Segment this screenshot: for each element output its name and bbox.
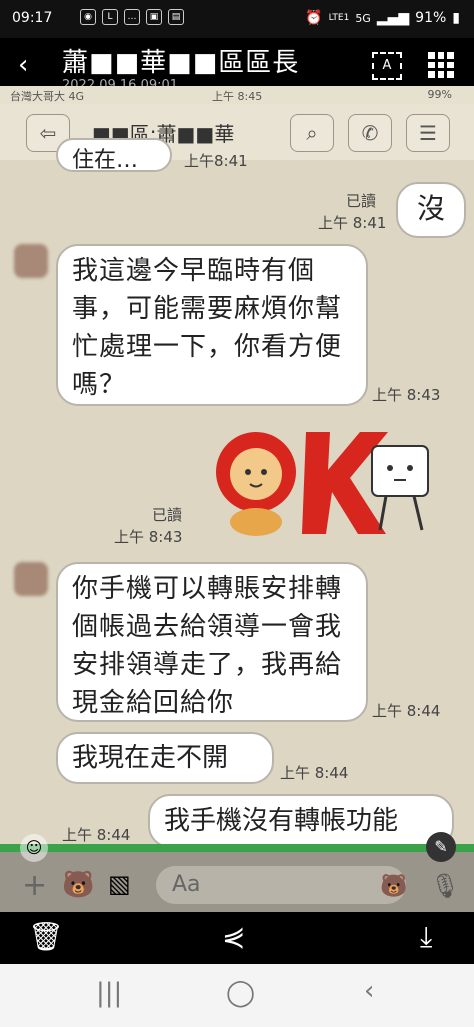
read-receipt: 已讀 (346, 192, 377, 210)
recents-icon[interactable]: ||| (96, 978, 122, 1008)
viewer-title: 蕭■■華■■區區長 (62, 48, 300, 78)
line-icon: L (102, 9, 118, 25)
download-icon[interactable]: ⤓ (420, 920, 432, 954)
message-bubble-incoming: 你手機可以轉賬安排轉個帳過去給領導一會我安排領導走了，我再給現金給回給你 (56, 562, 368, 722)
back-nav-icon[interactable]: ‹ (364, 976, 374, 1006)
share-icon[interactable]: ⋞ (222, 920, 245, 953)
inner-carrier: 台灣大哥大 4G (10, 90, 85, 103)
message-text: 我這邊今早臨時有個事，可能需要麻煩你幫忙處理一下，你看方便嗎？ (72, 256, 343, 400)
status-right: ⏰ LTE1 5G ▂▄▆ 91% ▮ (305, 10, 460, 26)
app-icon: ▣ (146, 9, 162, 25)
menu-icon: ☰ (419, 121, 437, 145)
search-icon: ⌕ (306, 121, 318, 145)
network-label: 5G (355, 11, 371, 25)
message-time: 上午8:41 (184, 152, 248, 170)
chat-input-bar: + 🐻 ▧ Aa 🐻 🎙 (0, 844, 474, 912)
gallery-icon: ▤ (168, 9, 184, 25)
menu-button[interactable]: ☰ (406, 114, 450, 152)
battery-label: 91% (415, 10, 447, 26)
call-button[interactable]: ✆ (348, 114, 392, 152)
signal-icon: ▂▄▆ (376, 10, 410, 26)
image-icon[interactable]: ▧ (108, 870, 131, 898)
edit-pencil-icon[interactable]: ✎ (426, 832, 456, 862)
text-recognition-button[interactable]: A (372, 52, 402, 80)
message-bubble-incoming: 我現在走不開 (56, 732, 274, 784)
message-text: 你手機可以轉賬安排轉個帳過去給領導一會我安排領導走了，我再給現金給回給你 (72, 574, 343, 718)
message-bubble-mine: 我手機沒有轉帳功能 (148, 794, 454, 848)
emoji-icon[interactable]: 🐻 (380, 874, 407, 899)
home-icon[interactable]: ◯ (226, 978, 255, 1008)
message-input[interactable]: Aa (156, 866, 406, 904)
inner-battery: 99% (427, 88, 452, 101)
ok-sticker-image (216, 432, 429, 536)
message-text: 住在…嗎 (72, 148, 139, 172)
search-button[interactable]: ⌕ (290, 114, 334, 152)
message-time: 上午 8:41 (318, 214, 387, 232)
grid-view-icon[interactable] (428, 52, 454, 78)
dots-icon: … (124, 9, 140, 25)
ocr-label: A (382, 58, 392, 73)
chat-screenshot-photo: 台灣大哥大 4G 上午 8:45 99% ⇦ ■■區:蕭■■華 ⌕ ✆ ☰ 住在… (0, 86, 474, 912)
plus-icon[interactable]: + (22, 868, 47, 903)
message-time: 上午 8:43 (114, 528, 183, 546)
message-text: 我現在走不開 (72, 743, 229, 773)
green-stripe (0, 844, 474, 852)
message-text: 沒 (416, 192, 445, 225)
message-time: 上午 8:44 (372, 702, 441, 720)
mic-icon[interactable]: 🎙 (430, 872, 460, 900)
message-bubble-incoming: 我這邊今早臨時有個事，可能需要麻煩你幫忙處理一下，你看方便嗎？ (56, 244, 368, 406)
message-text: 我手機沒有轉帳功能 (164, 806, 399, 836)
back-arrow-icon[interactable]: ‹ (18, 50, 28, 80)
message-bubble-partial: 住在…嗎 (56, 138, 172, 172)
contact-avatar (14, 562, 48, 596)
bear-sticker-icon[interactable]: 🐻 (62, 870, 94, 900)
android-status-bar: 09:17 ◉ L … ▣ ▤ ⏰ LTE1 5G ▂▄▆ 91% ▮ (0, 0, 474, 38)
viewer-action-bar: 🗑 ⋞ ⤓ (0, 912, 474, 964)
message-bubble-mine: 沒 (396, 182, 466, 238)
phone-icon: ✆ (361, 121, 379, 145)
android-nav-bar: ||| ◯ ‹ (0, 964, 474, 1027)
status-time: 09:17 (12, 10, 53, 26)
alarm-icon: ⏰ (305, 10, 323, 26)
contact-avatar (14, 244, 48, 278)
lte-label: LTE1 (328, 13, 350, 23)
read-receipt: 已讀 (152, 506, 183, 524)
message-time: 上午 8:43 (372, 386, 441, 404)
input-placeholder: Aa (172, 872, 201, 897)
messenger-icon: ◉ (80, 9, 96, 25)
inner-status-bar: 台灣大哥大 4G 上午 8:45 99% (0, 86, 474, 104)
delete-icon[interactable]: 🗑 (28, 920, 64, 953)
inner-time: 上午 8:45 (212, 90, 263, 103)
message-time: 上午 8:44 (62, 826, 131, 844)
back-icon: ⇦ (39, 121, 57, 145)
battery-icon: ▮ (452, 10, 460, 26)
message-time: 上午 8:44 (280, 764, 349, 782)
smile-overlay-icon[interactable]: ☺ (20, 834, 48, 862)
notification-icons: ◉ L … ▣ ▤ (80, 9, 184, 25)
